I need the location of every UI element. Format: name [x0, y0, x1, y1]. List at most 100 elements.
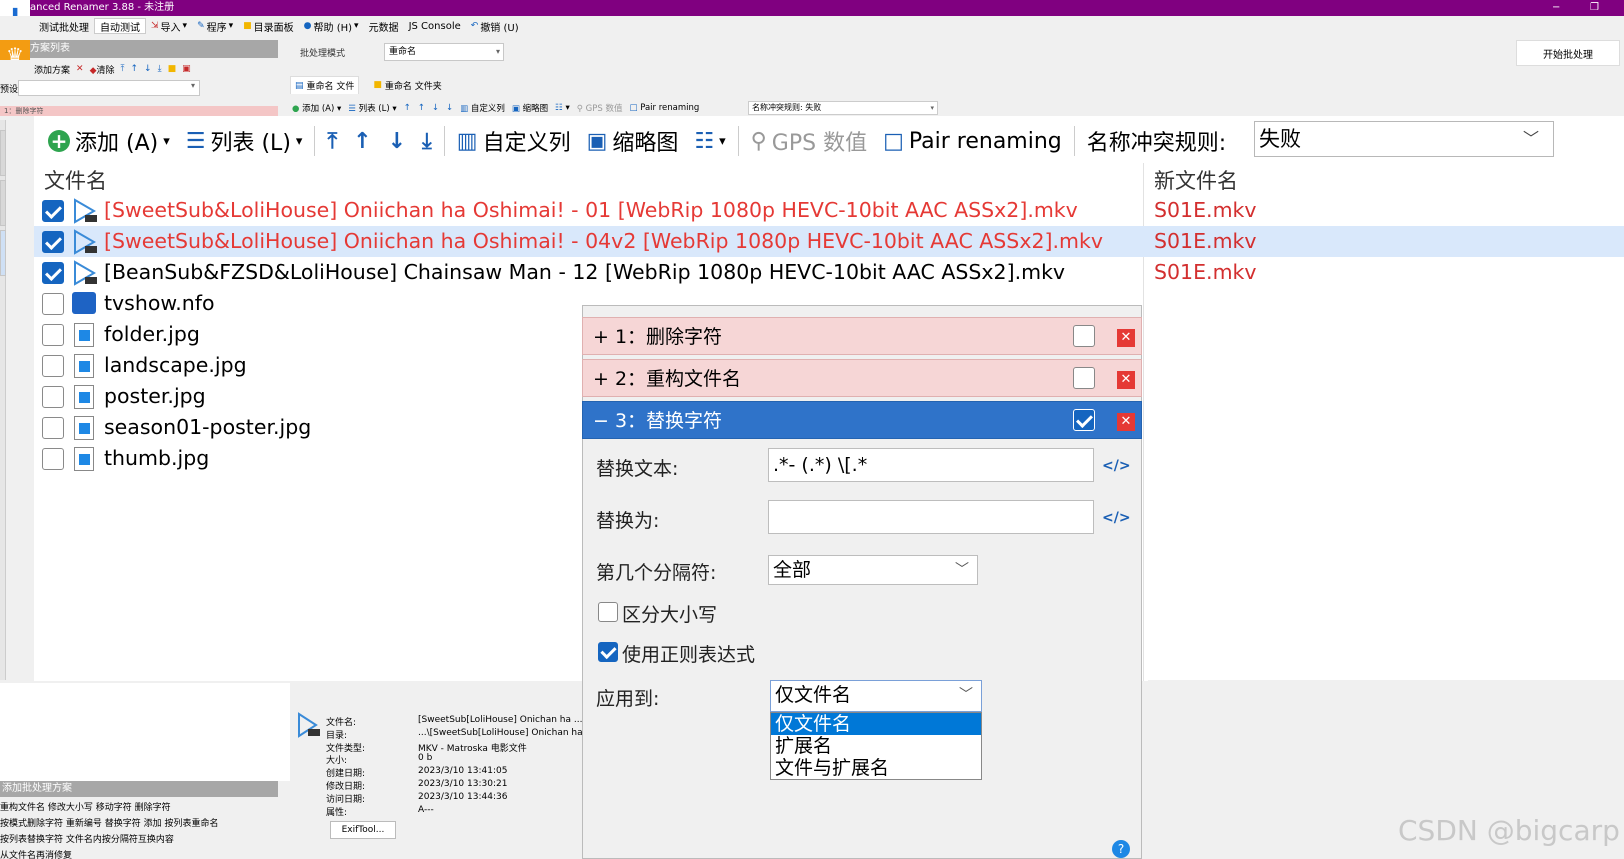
option-extension[interactable]: 扩展名: [771, 735, 981, 757]
move-top-button[interactable]: ⤒: [319, 129, 345, 154]
file-checkbox[interactable]: [42, 231, 64, 253]
nth-separator-combo[interactable]: 全部 ﹀: [768, 555, 978, 585]
start-batch-button[interactable]: 开始批处理: [1516, 40, 1620, 66]
use-regex-checkbox[interactable]: [598, 642, 618, 662]
small-gps[interactable]: ⚲ GPS 数值: [577, 102, 623, 114]
info-key: 属性:: [326, 807, 348, 818]
preset-combo[interactable]: ▾: [18, 80, 200, 96]
file-checkbox[interactable]: [42, 355, 64, 377]
menu-folder-panel[interactable]: ■ 目录面板: [238, 19, 299, 34]
clear-button[interactable]: ◆清除: [90, 63, 115, 76]
scheme-rule-strip[interactable]: 1：删除字符: [0, 106, 278, 116]
menu-test-batch[interactable]: 测试批处理: [34, 19, 94, 34]
code-icon[interactable]: </>: [1102, 458, 1131, 474]
conflict-rule-combo[interactable]: 失败 ﹀: [1254, 121, 1554, 157]
small-view-options[interactable]: ☷ ▾: [555, 103, 570, 113]
move-up-icon[interactable]: ↑: [130, 64, 138, 74]
edge-tab[interactable]: [0, 130, 6, 176]
close-icon[interactable]: ✕: [1117, 329, 1135, 347]
help-icon: ●: [303, 21, 312, 31]
menu-import[interactable]: ⇲ 导入 ▾: [146, 19, 192, 34]
rule-enable-checkbox[interactable]: [1073, 409, 1095, 431]
chevron-down-icon: ▾: [495, 47, 500, 56]
open-folder-icon[interactable]: ■: [168, 64, 177, 74]
tab-rename-files[interactable]: ▤ 重命名 文件: [290, 76, 360, 94]
file-row[interactable]: [SweetSub&LoliHouse] Oniichan ha Oshimai…: [34, 195, 1624, 226]
small-pair-renaming[interactable]: □ Pair renaming: [629, 103, 699, 113]
menu-undo[interactable]: ↶ 撤销 (U): [466, 19, 524, 34]
chevron-down-icon: ▾: [190, 81, 195, 90]
custom-columns-button[interactable]: ▥ 自定义列: [449, 125, 579, 157]
small-add-button[interactable]: ● 添加 (A) ▾: [292, 102, 341, 114]
file-checkbox[interactable]: [42, 417, 64, 439]
file-checkbox[interactable]: [42, 200, 64, 222]
maximize-button[interactable]: ❐: [1590, 0, 1599, 16]
small-conflict-combo[interactable]: 名称冲突规则: 失败 ▾: [748, 101, 938, 115]
thumbnail-button[interactable]: ▣ 缩略图: [579, 125, 687, 157]
help-icon[interactable]: ?: [1112, 840, 1130, 858]
apply-to-combo[interactable]: 仅文件名 ﹀: [770, 680, 982, 712]
rule-rebuild-name[interactable]: + 2：重构文件名 ✕: [582, 359, 1142, 397]
scheme-options-line[interactable]: 按模式删除字符 重新编号 替换字符 添加 按列表重命名: [0, 816, 290, 832]
file-row[interactable]: [BeanSub&FZSD&LoliHouse] Chainsaw Man - …: [34, 257, 1624, 288]
replace-with-input[interactable]: [768, 500, 1094, 534]
file-checkbox[interactable]: [42, 386, 64, 408]
view-options-button[interactable]: ☷ ▾: [686, 129, 733, 154]
code-icon[interactable]: </>: [1102, 510, 1131, 526]
small-move-bottom[interactable]: ↓: [446, 103, 453, 113]
add-scheme-button[interactable]: 添加方案: [34, 63, 70, 76]
pair-renaming-button[interactable]: □ Pair renaming: [875, 129, 1070, 154]
menu-program[interactable]: ✎ 程序 ▾: [192, 19, 238, 34]
edge-tab[interactable]: [0, 180, 6, 226]
option-filename-and-extension[interactable]: 文件与扩展名: [771, 757, 981, 779]
exiftool-button[interactable]: ExifTool...: [330, 821, 396, 839]
scheme-options-line[interactable]: 从文件名再消修复: [0, 848, 290, 859]
batch-mode-combo[interactable]: 重命名 ▾: [384, 43, 504, 61]
delete-icon[interactable]: ✕: [76, 64, 84, 74]
file-checkbox[interactable]: [42, 324, 64, 346]
case-sensitive-checkbox[interactable]: [598, 602, 618, 622]
gps-button[interactable]: ⚲ GPS 数值: [743, 125, 875, 157]
small-list-button[interactable]: ☰ 列表 (L) ▾: [348, 102, 396, 114]
small-custom-columns[interactable]: ▥ 自定义列: [460, 102, 505, 114]
scheme-toolbar: 添加方案 ✕ ◆清除 ⤒ ↑ ↓ ⤓ ■ ▣: [0, 60, 278, 78]
file-checkbox[interactable]: [42, 448, 64, 470]
edge-tab[interactable]: [0, 230, 6, 276]
add-button[interactable]: + 添加 (A) ▾: [40, 125, 178, 157]
tab-rename-folders[interactable]: ■ 重命名 文件夹: [373, 76, 441, 94]
move-down-button[interactable]: ↓: [380, 129, 414, 154]
scheme-options-line[interactable]: 按列表替换字符 文件名内按分隔符互换内容: [0, 832, 290, 848]
list-button[interactable]: ☰ 列表 (L) ▾: [178, 125, 311, 157]
replace-text-input[interactable]: .*- (.*) \[.*: [768, 448, 1094, 482]
column-newname[interactable]: 新文件名: [1154, 165, 1238, 195]
minimize-button[interactable]: −: [1552, 0, 1560, 16]
scheme-options-line[interactable]: 重构文件名 修改大小写 移动字符 删除字符: [0, 800, 290, 816]
small-thumbnail[interactable]: ▣ 缩略图: [512, 102, 548, 114]
file-checkbox[interactable]: [42, 262, 64, 284]
close-icon[interactable]: ✕: [1117, 371, 1135, 389]
small-move-top[interactable]: ↑: [404, 103, 411, 113]
rule-enable-checkbox[interactable]: [1073, 325, 1095, 347]
move-top-icon[interactable]: ⤒: [121, 64, 125, 74]
close-icon[interactable]: ✕: [1117, 413, 1135, 431]
rule-replace-chars[interactable]: − 3：替换字符 ✕: [582, 401, 1142, 439]
menu-js-console[interactable]: JS Console: [404, 21, 466, 32]
small-toolbar: ● 添加 (A) ▾ ☰ 列表 (L) ▾ ↑ ↑ ↓ ↓ ▥ 自定义列 ▣ 缩…: [292, 101, 699, 115]
column-filename[interactable]: 文件名: [44, 165, 107, 195]
option-filename-only[interactable]: 仅文件名: [771, 713, 981, 735]
file-checkbox[interactable]: [42, 293, 64, 315]
rule-delete-chars[interactable]: + 1：删除字符 ✕: [582, 317, 1142, 355]
toolbar-separator: [314, 126, 316, 156]
rule-enable-checkbox[interactable]: [1073, 367, 1095, 389]
move-bottom-button[interactable]: ⤓: [414, 129, 440, 154]
file-row[interactable]: [SweetSub&LoliHouse] Oniichan ha Oshimai…: [34, 226, 1624, 257]
small-move-up[interactable]: ↑: [418, 103, 425, 113]
small-move-down[interactable]: ↓: [432, 103, 439, 113]
move-down-icon[interactable]: ↓: [144, 64, 152, 74]
move-bottom-icon[interactable]: ⤓: [158, 64, 162, 74]
save-icon[interactable]: ▣: [182, 64, 191, 74]
menu-auto-test[interactable]: 自动测试: [94, 18, 146, 34]
menu-metadata[interactable]: 元数据: [364, 19, 404, 34]
move-up-button[interactable]: ↑: [345, 129, 379, 154]
menu-help[interactable]: ● 帮助 (H) ▾: [299, 19, 364, 34]
